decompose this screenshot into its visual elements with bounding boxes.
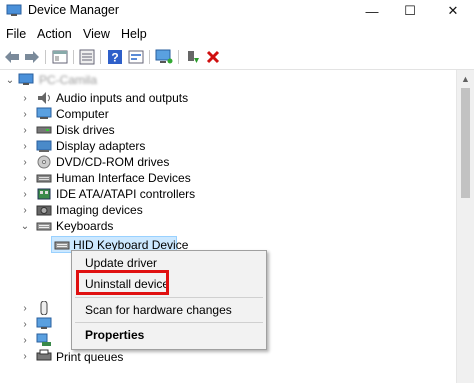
toolbar-separator bbox=[73, 50, 74, 64]
menu-properties[interactable]: Properties bbox=[85, 328, 144, 342]
minimize-button[interactable]: — bbox=[355, 0, 389, 22]
monitor-icon[interactable] bbox=[155, 48, 173, 66]
menu-scan-hardware[interactable]: Scan for hardware changes bbox=[85, 303, 232, 317]
camera-icon bbox=[36, 205, 52, 216]
delete-icon[interactable] bbox=[204, 48, 222, 66]
toolbar: ? bbox=[0, 44, 474, 70]
keyboard-icon bbox=[54, 241, 70, 250]
menu-bar: File Action View Help bbox=[0, 24, 474, 44]
expand-arrow-icon[interactable]: › bbox=[20, 348, 30, 364]
toolbar-separator bbox=[45, 50, 46, 64]
expand-arrow-icon[interactable]: › bbox=[20, 90, 30, 106]
toolbar-separator bbox=[178, 50, 179, 64]
display-adapter-icon bbox=[36, 140, 52, 152]
category-print-queues[interactable]: Print queues bbox=[56, 350, 123, 364]
expand-arrow-icon[interactable]: › bbox=[20, 202, 30, 218]
toolbar-separator bbox=[149, 50, 150, 64]
root-computer-name[interactable]: PC-Camila bbox=[39, 73, 97, 87]
category-disk-drives[interactable]: Disk drives bbox=[56, 123, 115, 137]
expand-arrow-icon[interactable]: › bbox=[20, 170, 30, 186]
close-button[interactable]: ✕ bbox=[436, 0, 470, 22]
ide-controller-icon bbox=[37, 188, 51, 200]
vertical-scrollbar[interactable]: ▲ bbox=[456, 70, 474, 383]
monitor-icon bbox=[36, 317, 52, 329]
category-ide[interactable]: IDE ATA/ATAPI controllers bbox=[56, 187, 195, 201]
expand-arrow-icon[interactable]: › bbox=[20, 300, 30, 316]
expand-arrow-icon[interactable]: › bbox=[20, 122, 30, 138]
expand-arrow-icon[interactable]: › bbox=[20, 186, 30, 202]
computer-icon bbox=[18, 73, 34, 85]
properties-icon[interactable] bbox=[51, 48, 69, 66]
printer-icon bbox=[36, 349, 52, 361]
maximize-button[interactable]: ☐ bbox=[393, 0, 427, 22]
menu-update-driver[interactable]: Update driver bbox=[85, 256, 157, 270]
expand-arrow-icon[interactable]: › bbox=[20, 138, 30, 154]
mouse-icon bbox=[40, 301, 48, 315]
svg-text:?: ? bbox=[111, 51, 118, 65]
window-title: Device Manager bbox=[28, 3, 120, 17]
menu-view[interactable]: View bbox=[83, 27, 110, 41]
disk-drive-icon bbox=[36, 126, 52, 134]
category-hid[interactable]: Human Interface Devices bbox=[56, 171, 191, 185]
back-icon[interactable] bbox=[3, 48, 21, 66]
menu-separator bbox=[75, 322, 263, 323]
category-audio[interactable]: Audio inputs and outputs bbox=[56, 91, 188, 105]
menu-action[interactable]: Action bbox=[37, 27, 72, 41]
show-hidden-icon[interactable] bbox=[78, 48, 96, 66]
expand-arrow-icon[interactable]: › bbox=[20, 316, 30, 332]
collapse-arrow-icon[interactable]: ⌄ bbox=[5, 72, 15, 88]
network-adapter-icon bbox=[36, 333, 51, 346]
uninstall-highlight-box bbox=[76, 270, 169, 295]
help-icon[interactable]: ? bbox=[106, 48, 124, 66]
speaker-icon bbox=[38, 92, 50, 104]
collapse-arrow-icon[interactable]: ⌄ bbox=[20, 218, 30, 234]
forward-icon[interactable] bbox=[23, 48, 41, 66]
menu-file[interactable]: File bbox=[6, 27, 26, 41]
category-computer[interactable]: Computer bbox=[56, 107, 109, 121]
context-menu: Update driver Uninstall device Scan for … bbox=[71, 250, 267, 350]
category-dvd-drives[interactable]: DVD/CD-ROM drives bbox=[56, 155, 169, 169]
scroll-thumb[interactable] bbox=[461, 88, 470, 198]
category-keyboards[interactable]: Keyboards bbox=[56, 219, 113, 233]
hid-icon bbox=[36, 174, 52, 183]
add-driver-icon[interactable] bbox=[183, 48, 201, 66]
expand-arrow-icon[interactable]: › bbox=[20, 154, 30, 170]
category-imaging[interactable]: Imaging devices bbox=[56, 203, 143, 217]
computer-icon bbox=[36, 107, 52, 119]
keyboard-icon bbox=[36, 222, 52, 231]
device-manager-icon bbox=[6, 4, 22, 16]
title-bar: Device Manager — ☐ ✕ bbox=[0, 0, 474, 22]
expand-arrow-icon[interactable]: › bbox=[20, 106, 30, 122]
menu-help[interactable]: Help bbox=[121, 27, 147, 41]
scroll-up-icon[interactable]: ▲ bbox=[457, 70, 474, 87]
view-icon[interactable] bbox=[127, 48, 145, 66]
menu-separator bbox=[75, 297, 263, 298]
category-display-adapters[interactable]: Display adapters bbox=[56, 139, 145, 153]
dvd-drive-icon bbox=[37, 155, 51, 169]
expand-arrow-icon[interactable]: › bbox=[20, 332, 30, 348]
toolbar-separator bbox=[100, 50, 101, 64]
